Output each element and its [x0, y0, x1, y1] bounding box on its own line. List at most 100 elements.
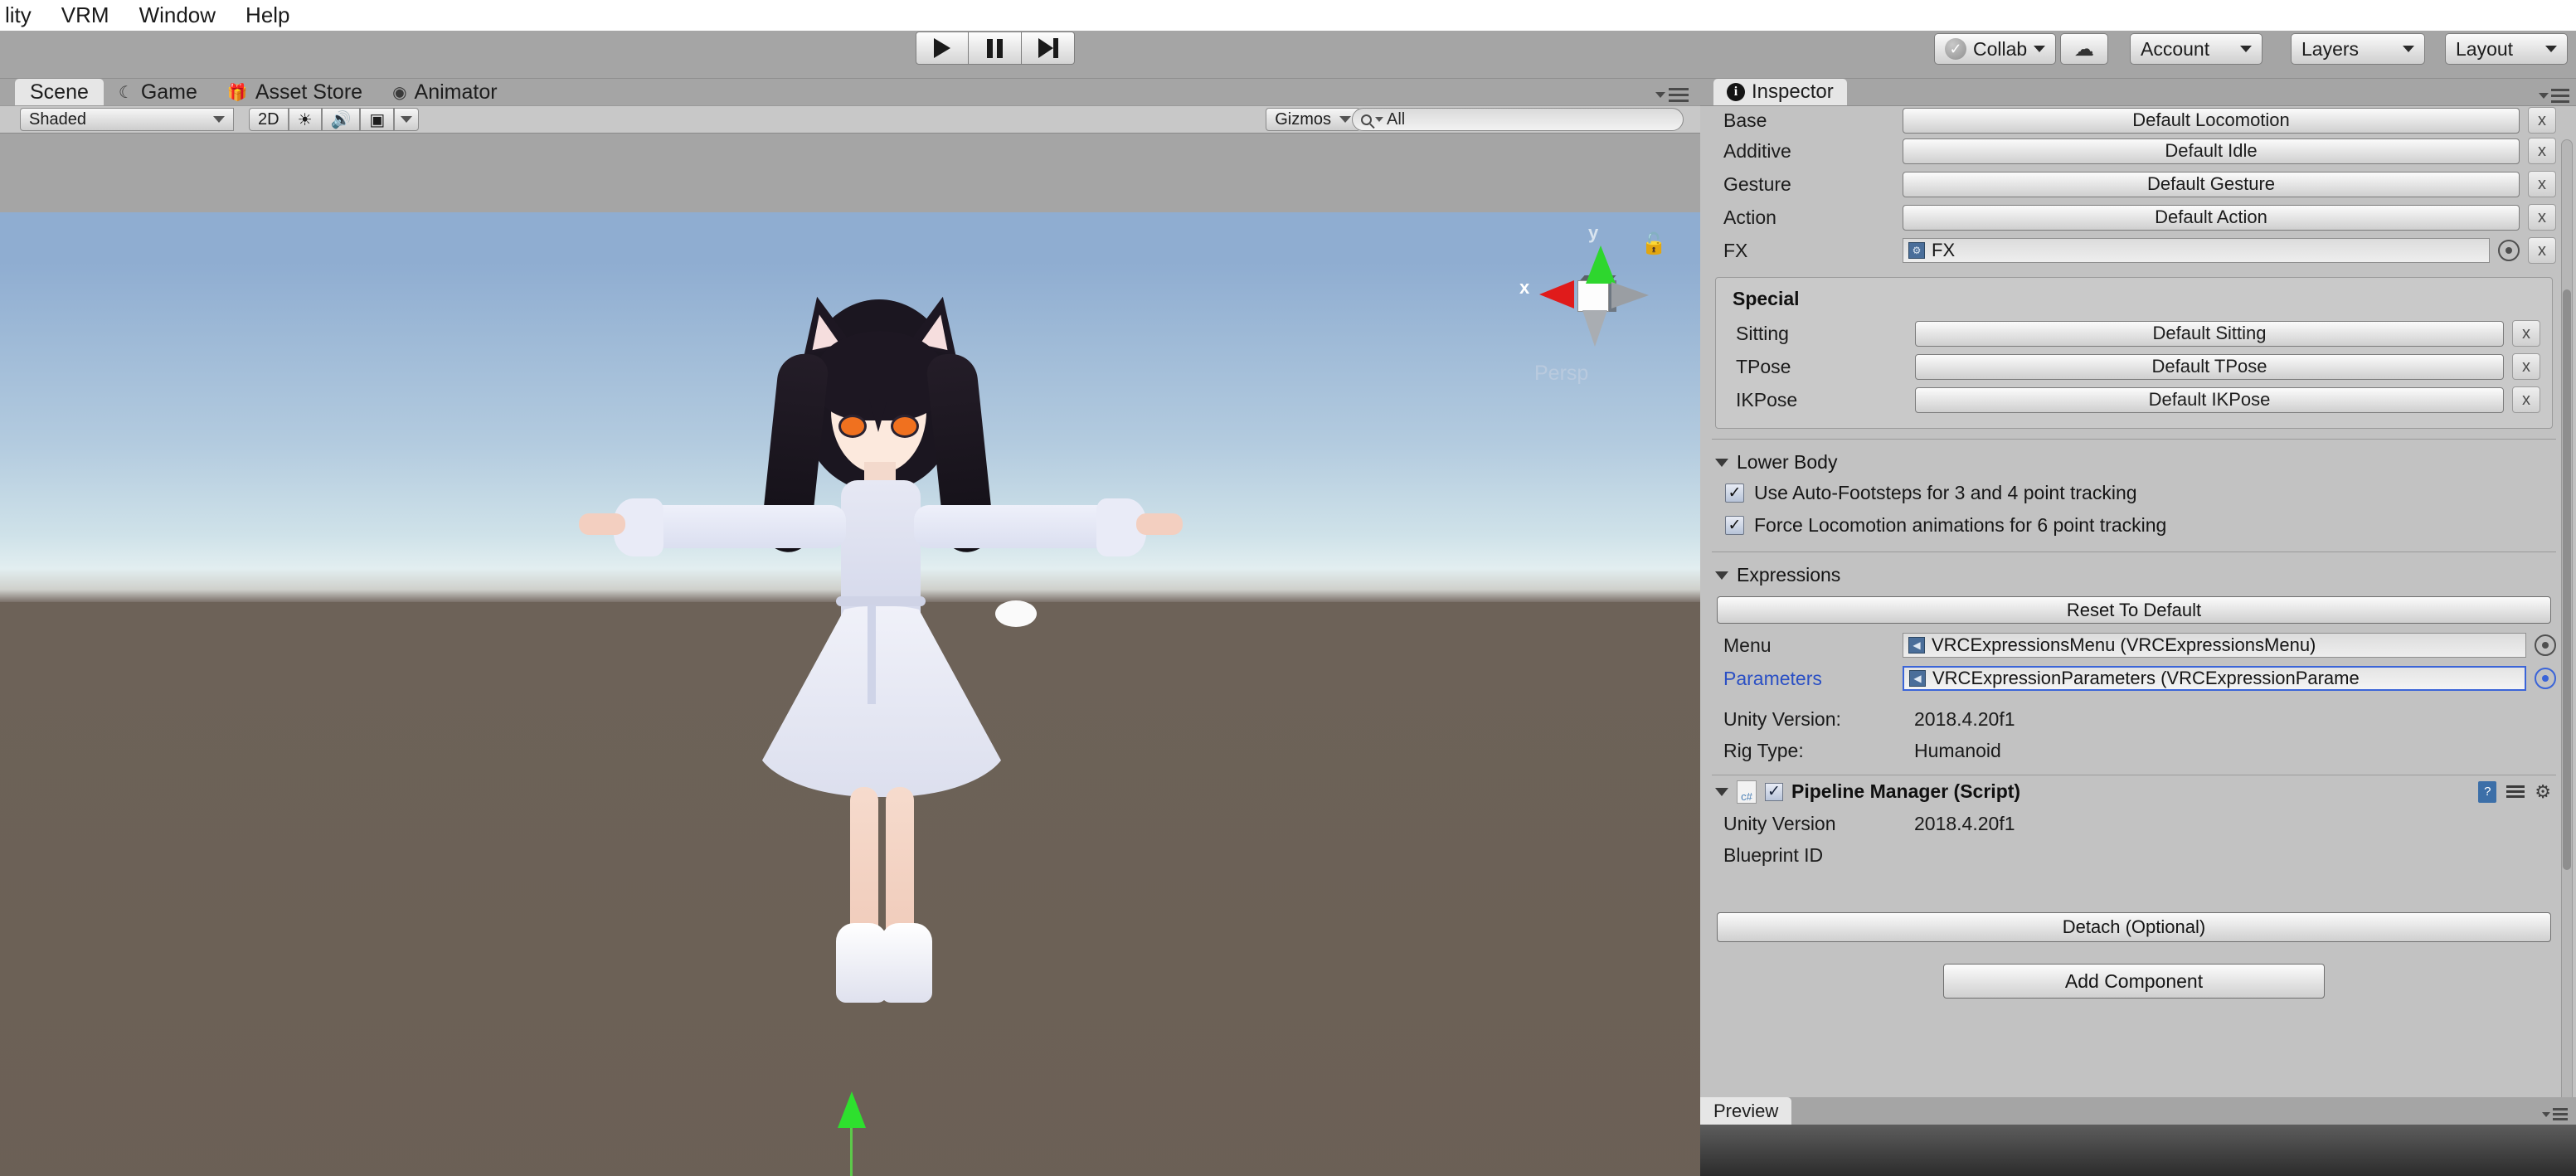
inspector-scrollbar[interactable]: [2561, 139, 2573, 1110]
sitting-clear-button[interactable]: x: [2512, 320, 2540, 347]
checkbox-checked-icon[interactable]: ✓: [1725, 484, 1744, 503]
check-icon: ✓: [1945, 38, 1966, 60]
detach-button[interactable]: Detach (Optional): [1717, 912, 2551, 942]
fx-object-field[interactable]: ⚙ FX: [1903, 238, 2490, 263]
gizmo-y-axis-line: [850, 1120, 853, 1176]
fx-value: FX: [1932, 240, 1956, 260]
reset-to-default-button[interactable]: Reset To Default: [1717, 596, 2551, 624]
gesture-value-button[interactable]: Default Gesture: [1903, 171, 2520, 197]
checkbox-checked-icon[interactable]: ✓: [1725, 516, 1744, 535]
row-base: Base Default Locomotion x: [1712, 106, 2556, 134]
foldout-arrow-icon: [1715, 571, 1728, 580]
tab-inspector[interactable]: i Inspector: [1713, 79, 1847, 105]
base-value-button[interactable]: Default Locomotion: [1903, 107, 2520, 134]
scene-dock-menu-button[interactable]: [1655, 88, 1689, 102]
base-clear-button[interactable]: x: [2528, 107, 2556, 134]
pipeline-unity-version-key: Unity Version: [1723, 812, 1836, 834]
tab-game[interactable]: ☾ Game: [104, 79, 212, 105]
preview-dock-menu-button[interactable]: [2542, 1108, 2568, 1120]
lower-body-foldout[interactable]: Lower Body: [1712, 448, 2556, 477]
tpose-value-button[interactable]: Default TPose: [1915, 353, 2504, 380]
tab-asset-store[interactable]: 🎁 Asset Store: [212, 79, 377, 105]
tpose-clear-button[interactable]: x: [2512, 353, 2540, 380]
expression-parameters-value: VRCExpressionParameters (VRCExpressionPa…: [1932, 668, 2360, 688]
tab-preview[interactable]: Preview: [1700, 1097, 1792, 1125]
game-tab-label: Game: [140, 80, 197, 104]
add-component-button[interactable]: Add Component: [1943, 964, 2325, 999]
expressions-menu-picker[interactable]: [2535, 634, 2556, 656]
lock-icon[interactable]: 🔓: [1641, 232, 1667, 256]
layout-dropdown[interactable]: Layout: [2445, 33, 2568, 65]
pipeline-unity-version-row: Unity Version 2018.4.20f1: [1712, 808, 2556, 839]
chevron-down-icon: [1655, 92, 1665, 98]
gesture-clear-button[interactable]: x: [2528, 171, 2556, 197]
store-icon: 🎁: [226, 83, 248, 102]
pipeline-manager-enabled-checkbox[interactable]: ✓: [1765, 782, 1783, 801]
expressions-foldout[interactable]: Expressions: [1712, 561, 2556, 590]
effects-dropdown[interactable]: [394, 108, 420, 131]
ikpose-value-button[interactable]: Default IKPose: [1915, 386, 2504, 413]
chevron-down-icon: [2403, 46, 2414, 52]
fx-object-picker[interactable]: [2498, 240, 2520, 261]
chevron-down-icon: [213, 116, 225, 123]
gizmos-dropdown[interactable]: Gizmos: [1266, 108, 1360, 131]
chevron-down-icon: [2542, 1111, 2550, 1117]
menu-item-help[interactable]: Help: [241, 0, 294, 31]
play-icon: [934, 38, 950, 58]
toggle-effects-button[interactable]: ▣: [360, 108, 395, 131]
inspector-panel: i Inspector Base Default Locomotion x Ad…: [1700, 79, 2576, 1176]
gizmo-y-axis-handle[interactable]: [838, 1091, 866, 1128]
action-value-button[interactable]: Default Action: [1903, 204, 2520, 231]
action-clear-button[interactable]: x: [2528, 204, 2556, 231]
pipeline-manager-header[interactable]: c# ✓ Pipeline Manager (Script) ? ⚙: [1712, 775, 2556, 808]
axis-x-label: x: [1519, 277, 1530, 298]
gear-icon[interactable]: ⚙: [2535, 781, 2551, 803]
menu-item-window[interactable]: Window: [134, 0, 221, 31]
additive-value-button[interactable]: Default Idle: [1903, 138, 2520, 164]
additive-clear-button[interactable]: x: [2528, 138, 2556, 164]
auto-footsteps-checkbox-row[interactable]: ✓ Use Auto-Footsteps for 3 and 4 point t…: [1712, 477, 2556, 509]
fx-label: FX: [1723, 239, 1748, 261]
axis-negative-x-cone[interactable]: [1611, 282, 1649, 309]
toggle-lighting-button[interactable]: ☀: [288, 108, 322, 131]
cloud-button[interactable]: ☁: [2060, 33, 2108, 65]
sitting-value-button[interactable]: Default Sitting: [1915, 320, 2504, 347]
menu-item-vrm[interactable]: VRM: [56, 0, 114, 31]
pause-button[interactable]: [969, 32, 1022, 65]
component-header-icons: ? ⚙: [2478, 780, 2556, 803]
expressions-menu-field[interactable]: ◀ VRCExpressionsMenu (VRCExpressionsMenu…: [1903, 633, 2526, 658]
toggle-2d-button[interactable]: 2D: [249, 108, 289, 131]
tab-animator[interactable]: ◉ Animator: [377, 79, 513, 105]
axis-cube[interactable]: [1577, 280, 1609, 312]
projection-mode-label[interactable]: Persp: [1534, 362, 1588, 386]
preset-icon[interactable]: [2506, 785, 2525, 798]
step-button[interactable]: [1022, 32, 1075, 65]
layers-dropdown[interactable]: Layers: [2291, 33, 2425, 65]
collab-label: Collab: [1973, 37, 2028, 60]
cloud-icon: ☁: [2074, 37, 2094, 61]
asset-store-tab-label: Asset Store: [255, 80, 363, 104]
scene-axis-gizmo[interactable]: y x Persp 🔓: [1518, 221, 1675, 386]
fx-clear-button[interactable]: x: [2528, 237, 2556, 264]
menu-item-unity[interactable]: lity: [0, 0, 36, 31]
expression-parameters-picker[interactable]: [2535, 668, 2556, 689]
inspector-scrollbar-thumb[interactable]: [2563, 289, 2571, 870]
collab-button[interactable]: ✓ Collab: [1934, 33, 2057, 65]
tab-scene[interactable]: Scene: [15, 79, 104, 105]
scene-search-input[interactable]: All: [1352, 108, 1684, 131]
axis-x-cone[interactable]: [1539, 280, 1574, 309]
play-button[interactable]: [916, 32, 969, 65]
help-book-icon[interactable]: ?: [2478, 780, 2497, 803]
eye-left: [841, 417, 864, 435]
draw-mode-dropdown[interactable]: Shaded: [20, 108, 234, 131]
inspector-dock-menu-button[interactable]: [2539, 89, 2569, 103]
blueprint-id-row: Blueprint ID: [1712, 839, 2556, 871]
toggle-audio-button[interactable]: 🔊: [321, 108, 361, 131]
axis-negative-y-cone[interactable]: [1582, 310, 1607, 347]
force-locomotion-checkbox-row[interactable]: ✓ Force Locomotion animations for 6 poin…: [1712, 509, 2556, 542]
account-dropdown[interactable]: Account: [2130, 33, 2263, 65]
expression-parameters-field[interactable]: ◀ VRCExpressionParameters (VRCExpression…: [1903, 666, 2526, 691]
axis-y-cone[interactable]: [1586, 245, 1616, 284]
ikpose-clear-button[interactable]: x: [2512, 386, 2540, 413]
scene-viewport[interactable]: y x Persp 🔓: [0, 212, 1700, 1176]
